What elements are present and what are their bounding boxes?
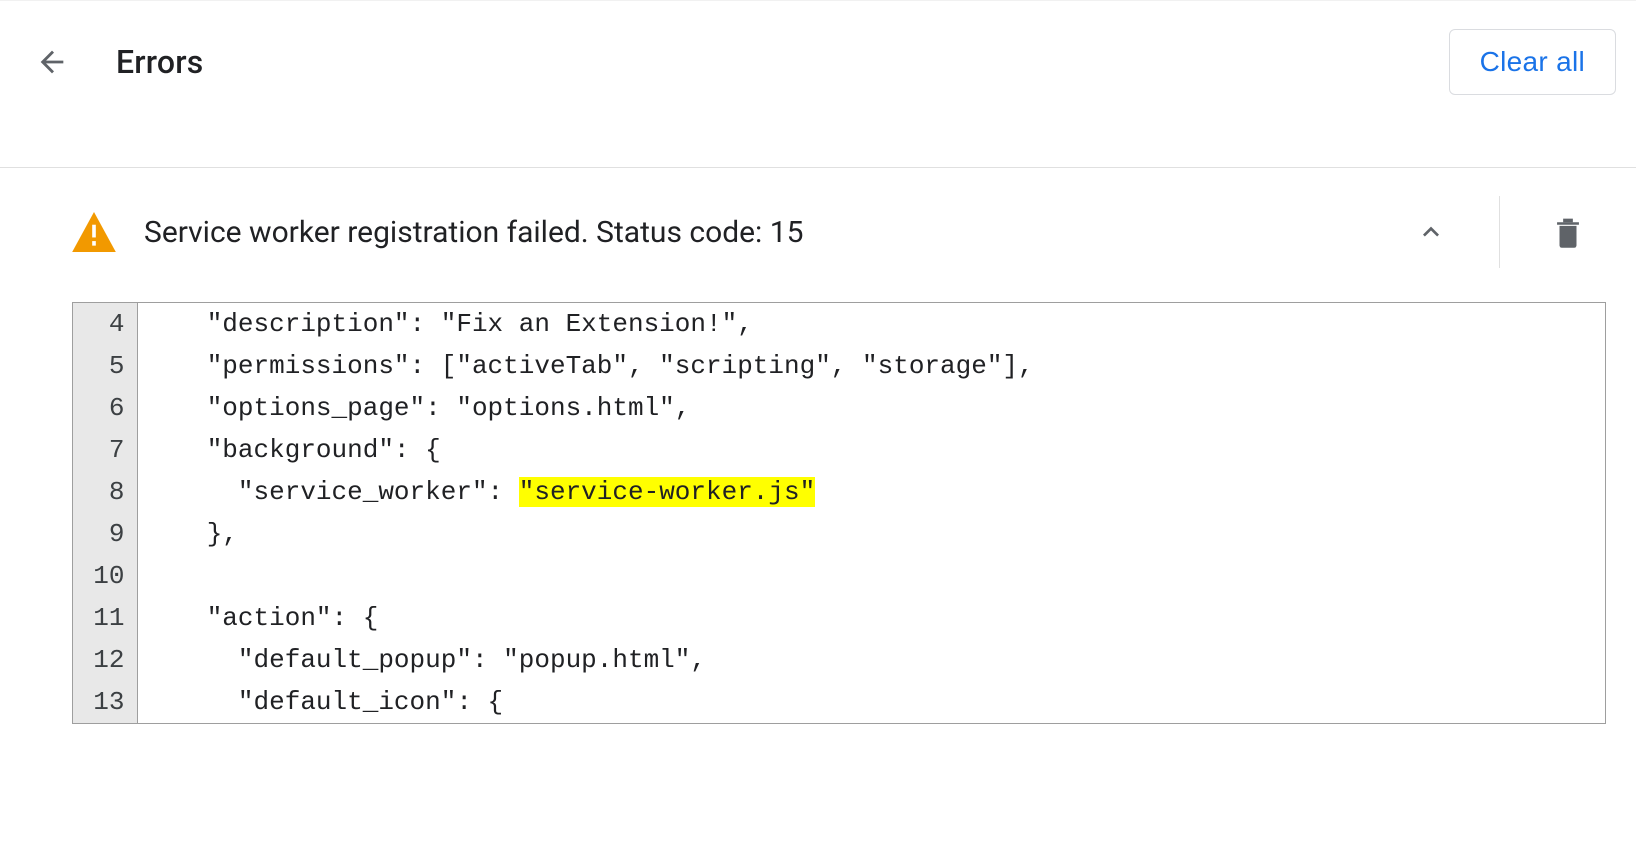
code-text: "default_icon": { [176, 687, 504, 717]
line-number: 9 [73, 513, 137, 555]
code-table: 4 "description": "Fix an Extension!",5 "… [73, 303, 1605, 723]
code-text: }, [176, 519, 238, 549]
code-text: "service_worker": [176, 477, 519, 507]
line-number: 6 [73, 387, 137, 429]
line-number: 8 [73, 471, 137, 513]
code-content: "default_popup": "popup.html", [137, 639, 1605, 681]
code-content: "background": { [137, 429, 1605, 471]
back-button[interactable] [28, 38, 76, 86]
arrow-left-icon [35, 45, 69, 79]
code-text: "default_popup": "popup.html", [176, 645, 707, 675]
error-title: Service worker registration failed. Stat… [144, 215, 1403, 250]
code-line: 8 "service_worker": "service-worker.js" [73, 471, 1605, 513]
page-header: Errors Clear all [0, 1, 1636, 123]
code-content: "permissions": ["activeTab", "scripting"… [137, 345, 1605, 387]
line-number: 13 [73, 681, 137, 723]
code-line: 5 "permissions": ["activeTab", "scriptin… [73, 345, 1605, 387]
code-text: "background": { [176, 435, 441, 465]
code-text: "description": "Fix an Extension!", [176, 309, 753, 339]
errors-page: Errors Clear all Service worker registra… [0, 0, 1636, 854]
code-line: 4 "description": "Fix an Extension!", [73, 303, 1605, 345]
line-number: 5 [73, 345, 137, 387]
warning-icon [72, 212, 116, 252]
code-viewer: 4 "description": "Fix an Extension!",5 "… [72, 302, 1606, 724]
clear-all-button[interactable]: Clear all [1449, 29, 1616, 95]
code-content: "options_page": "options.html", [137, 387, 1605, 429]
code-content: "default_icon": { [137, 681, 1605, 723]
line-number: 4 [73, 303, 137, 345]
line-number: 11 [73, 597, 137, 639]
vertical-divider [1499, 196, 1500, 268]
code-line: 12 "default_popup": "popup.html", [73, 639, 1605, 681]
code-content: "description": "Fix an Extension!", [137, 303, 1605, 345]
code-line: 6 "options_page": "options.html", [73, 387, 1605, 429]
highlighted-code: "service-worker.js" [519, 477, 815, 507]
line-number: 7 [73, 429, 137, 471]
trash-icon [1553, 215, 1583, 249]
code-content [137, 555, 1605, 597]
error-header: Service worker registration failed. Stat… [72, 168, 1606, 296]
code-content: "action": { [137, 597, 1605, 639]
code-content: "service_worker": "service-worker.js" [137, 471, 1605, 513]
collapse-button[interactable] [1403, 204, 1459, 260]
line-number: 12 [73, 639, 137, 681]
code-line: 7 "background": { [73, 429, 1605, 471]
error-panel: Service worker registration failed. Stat… [0, 168, 1636, 724]
delete-error-button[interactable] [1540, 204, 1596, 260]
code-line: 11 "action": { [73, 597, 1605, 639]
code-text: "action": { [176, 603, 379, 633]
code-line: 10 [73, 555, 1605, 597]
code-content: }, [137, 513, 1605, 555]
chevron-up-icon [1415, 216, 1447, 248]
code-text: "permissions": ["activeTab", "scripting"… [176, 351, 1034, 381]
page-title: Errors [116, 43, 203, 81]
line-number: 10 [73, 555, 137, 597]
code-line: 13 "default_icon": { [73, 681, 1605, 723]
code-text: "options_page": "options.html", [176, 393, 691, 423]
code-line: 9 }, [73, 513, 1605, 555]
